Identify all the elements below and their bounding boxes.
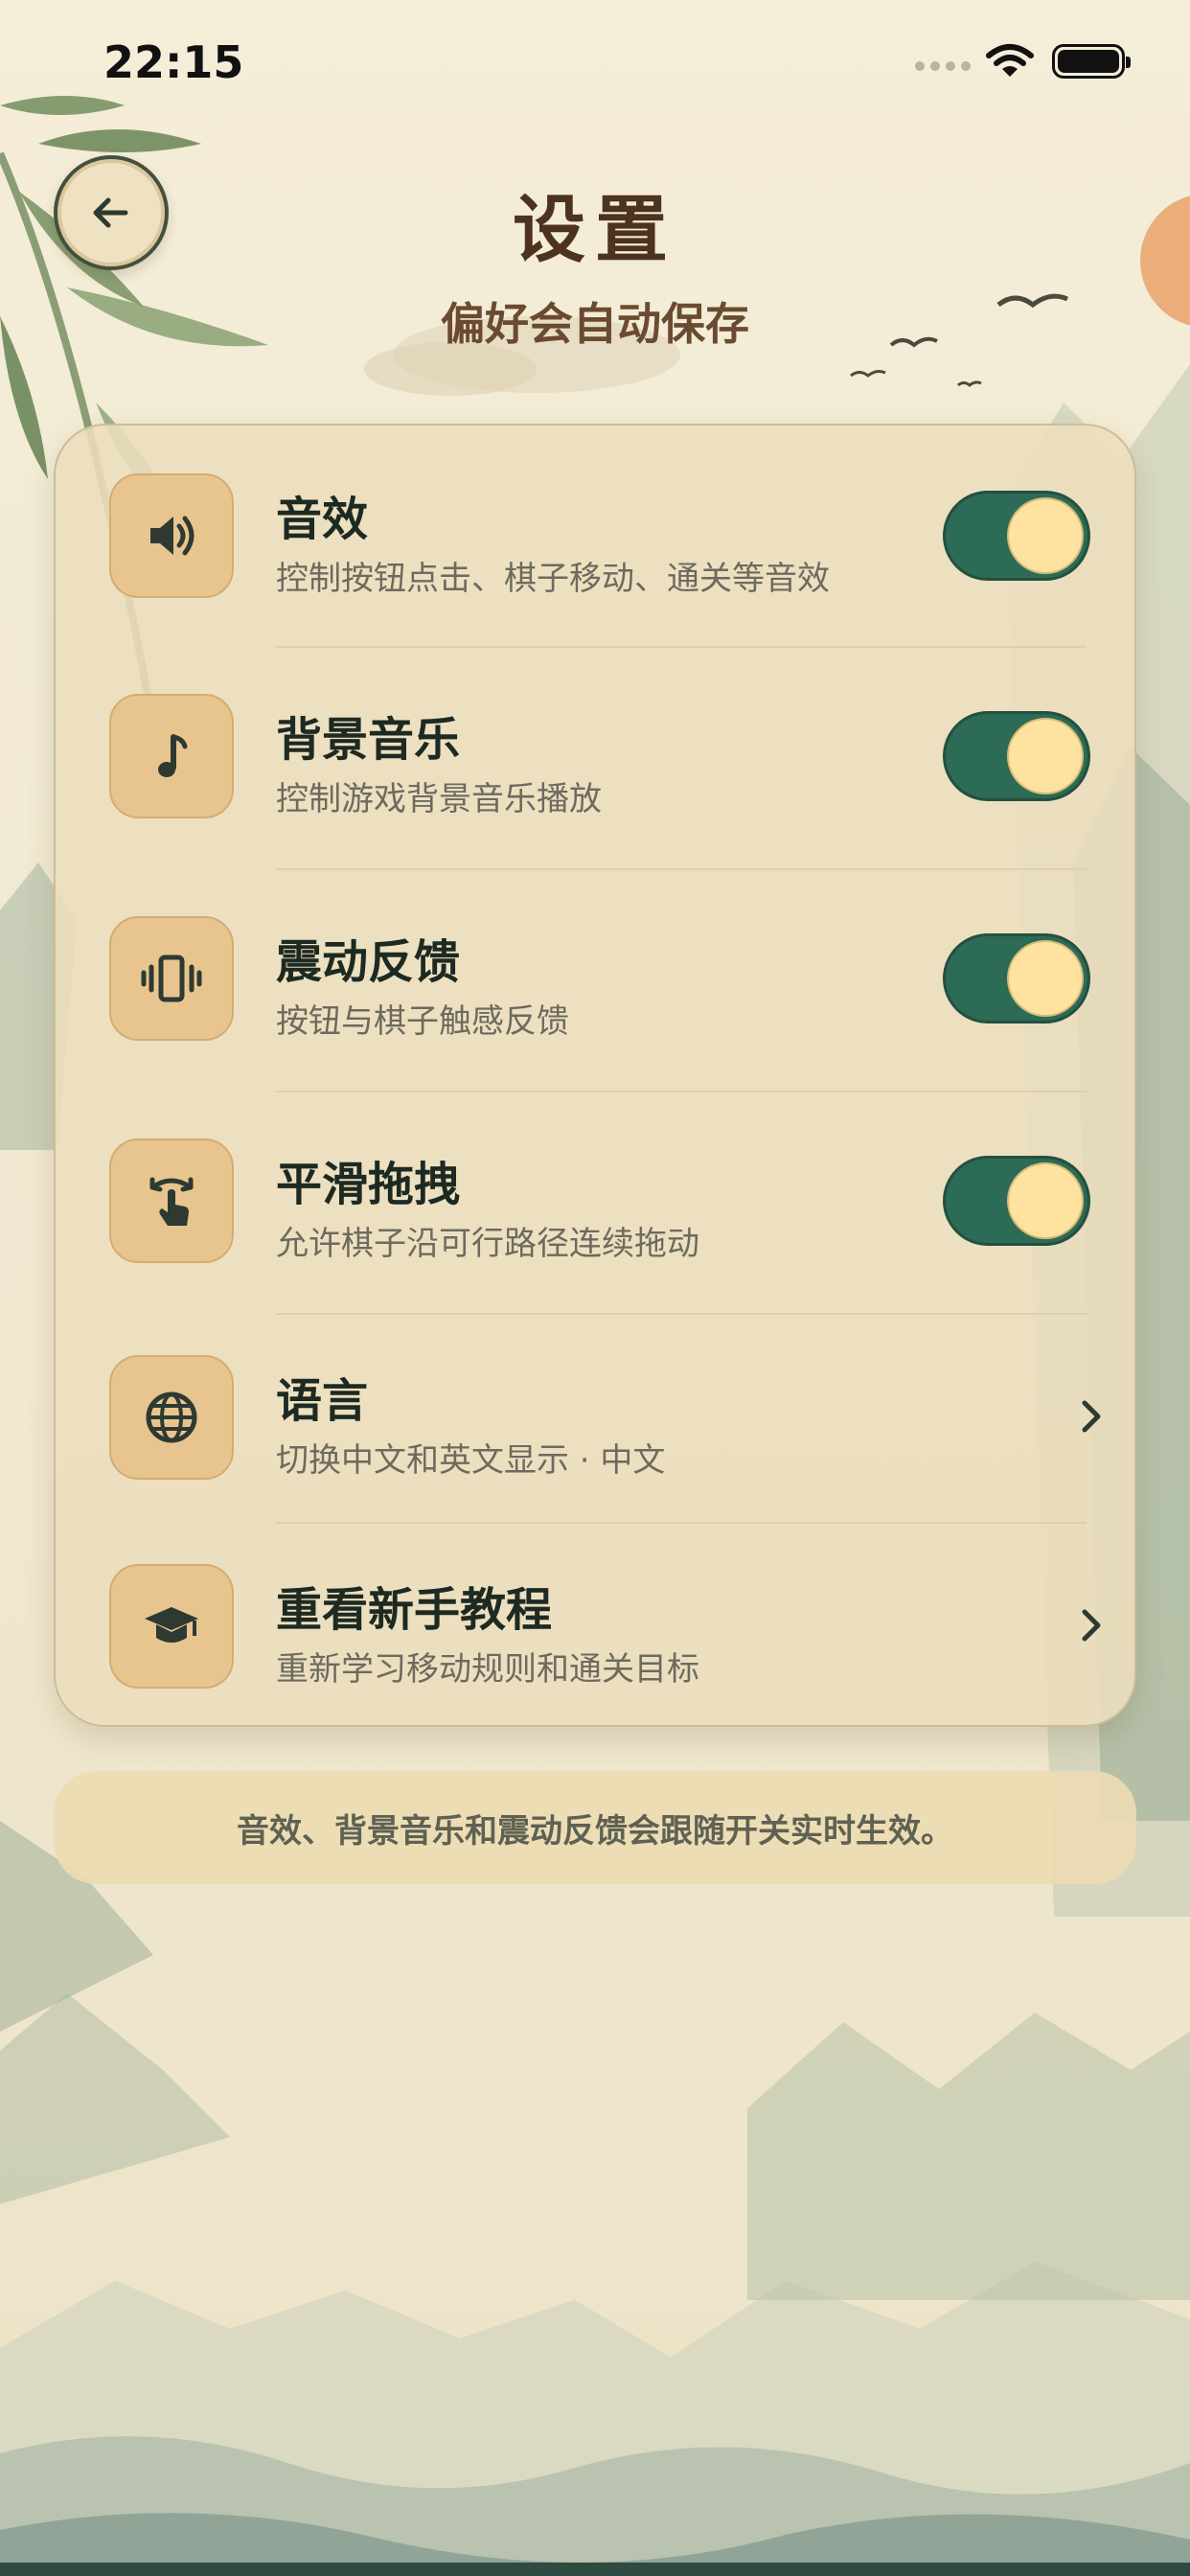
setting-title: 音效 [276,493,369,546]
toggle-knob [1007,1162,1084,1239]
setting-description: 允许棋子沿可行路径连续拖动 [276,1225,699,1263]
setting-row-background-music: 背景音乐 控制游戏背景音乐播放 [56,648,1138,870]
setting-title: 背景音乐 [276,713,461,767]
sound-effects-toggle[interactable] [943,491,1090,581]
setting-title: 语言 [276,1374,369,1428]
vibration-icon [141,954,202,1002]
icon-tile [109,694,234,818]
setting-description: 重新学习移动规则和通关目标 [276,1650,699,1689]
page-title: 设置 [513,187,677,272]
settings-card: 音效 控制按钮点击、棋子移动、通关等音效 背景音乐 控制游戏背景音乐播放 震动反… [54,424,1136,1727]
chevron-right-icon [1082,1400,1101,1433]
setting-description: 控制游戏背景音乐播放 [276,780,602,818]
setting-description: 按钮与棋子触感反馈 [276,1002,569,1041]
setting-title: 重看新手教程 [276,1583,553,1637]
globe-icon [146,1392,197,1443]
vibration-toggle[interactable] [943,933,1090,1024]
smooth-drag-toggle[interactable] [943,1156,1090,1246]
status-bar-time: 22:15 [103,36,244,88]
battery-icon [1052,44,1131,79]
setting-description: 控制按钮点击、棋子移动、通关等音效 [276,560,830,598]
page-subtitle: 偏好会自动保存 [441,298,749,350]
setting-row-smooth-drag: 平滑拖拽 允许棋子沿可行路径连续拖动 [56,1092,1138,1315]
chevron-right-icon [1082,1609,1101,1642]
toggle-knob [1007,940,1084,1017]
signal-icon [915,61,971,71]
swipe-hand-icon [149,1177,194,1226]
setting-row-language[interactable]: 语言 切换中文和英文显示 · 中文 [56,1315,1138,1524]
icon-tile [109,1355,234,1480]
setting-row-vibration: 震动反馈 按钮与棋子触感反馈 [56,870,1138,1092]
setting-title: 平滑拖拽 [276,1158,461,1211]
setting-title: 震动反馈 [276,935,461,989]
setting-row-sound-effects: 音效 控制按钮点击、棋子移动、通关等音效 [56,426,1138,648]
setting-description: 切换中文和英文显示 · 中文 [276,1441,666,1480]
setting-row-tutorial[interactable]: 重看新手教程 重新学习移动规则和通关目标 [56,1524,1138,1729]
icon-tile [109,1564,234,1689]
speaker-icon [150,516,195,556]
toggle-knob [1007,718,1084,794]
icon-tile [109,473,234,598]
icon-tile [109,1138,234,1263]
settings-notice: 音效、背景音乐和震动反馈会跟随开关实时生效。 [54,1771,1136,1884]
icon-tile [109,916,234,1041]
toggle-knob [1007,497,1084,574]
music-note-icon [158,734,188,777]
graduation-cap-icon [145,1607,198,1643]
wifi-icon [986,44,1034,77]
background-music-toggle[interactable] [943,711,1090,801]
